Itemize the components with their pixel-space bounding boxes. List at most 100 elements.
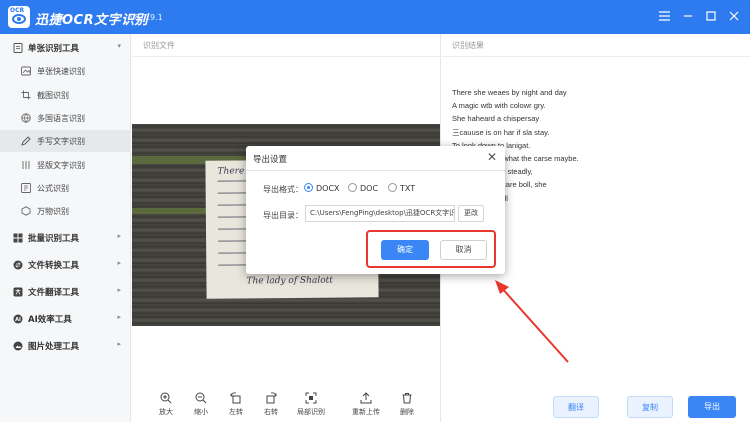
radio-icon (348, 183, 357, 192)
reupload-button[interactable]: 重新上传 (349, 392, 383, 417)
app-logo-icon: OCR (8, 6, 30, 28)
batch-icon (13, 233, 23, 243)
export-dir-field[interactable]: C:\Users\FengPing\desktop\迅捷OCR文字识别 (305, 205, 455, 222)
menu-icon[interactable] (656, 9, 672, 25)
close-icon[interactable] (726, 9, 742, 25)
change-dir-button[interactable]: 更改 (458, 205, 484, 222)
formula-icon (21, 183, 31, 193)
toolbar-label: 左转 (229, 408, 243, 416)
trash-icon (402, 393, 412, 404)
partial-icon (305, 392, 317, 404)
handwriting-stroke: The lady of Shalott (246, 275, 333, 287)
result-line: There she weaes by night and day (452, 88, 567, 97)
logo-text: OCR (10, 7, 25, 14)
dialog-title: 导出设置 (253, 155, 288, 165)
radio-selected-icon (304, 183, 313, 192)
zoom-in-button[interactable]: 放大 (149, 392, 183, 417)
zoom-in-icon (160, 392, 172, 404)
result-line: A magic wtb with colowr gry. (452, 101, 546, 111)
sidebar-group-label: 文件转换工具 (28, 261, 80, 271)
sidebar-item-label: 单张快速识别 (37, 67, 85, 76)
left-panel-header: 识别文件 (143, 41, 175, 50)
pen-icon (21, 136, 31, 146)
format-label: 导出格式： (263, 185, 303, 194)
rotate-right-icon (266, 392, 277, 404)
sidebar-group-single[interactable]: 单张识别工具 ▾ (0, 38, 131, 58)
toolbar-label: 缩小 (194, 408, 208, 416)
sidebar-item-label: 竖版文字识别 (37, 161, 85, 170)
format-radio-doc[interactable]: DOC (348, 183, 378, 193)
format-option-label: DOCX (316, 184, 340, 193)
title-bar: OCR 迅捷OCR文字识别 v8.7.9.1 (0, 0, 750, 34)
toolbar-label: 删除 (400, 408, 414, 416)
toolbar-label: 局部识别 (297, 408, 325, 416)
ai-icon: AI (13, 314, 23, 324)
dir-label: 导出目录： (263, 211, 303, 220)
format-option-label: TXT (400, 184, 416, 193)
export-button[interactable]: 导出 (688, 396, 736, 418)
zoom-out-icon (195, 392, 207, 404)
sidebar-group-label: 批量识别工具 (28, 234, 80, 244)
chevron-down-icon: ▾ (117, 42, 121, 50)
toolbar-label: 右转 (264, 408, 278, 416)
dialog-divider (246, 170, 505, 171)
right-panel-header: 识别结果 (452, 41, 484, 50)
chevron-right-icon: ▸ (117, 286, 121, 294)
sidebar-item-multilang[interactable]: 多国语言识别 (0, 107, 131, 129)
crop-icon (21, 90, 31, 100)
sidebar-item-label: 截图识别 (37, 91, 69, 100)
sidebar-group-picture[interactable]: 图片处理工具 ▸ (0, 336, 131, 356)
sidebar-item-quick[interactable]: 单张快速识别 (0, 60, 131, 82)
result-line: She haheard a chispersay (452, 114, 540, 124)
chevron-right-icon: ▸ (117, 340, 121, 348)
sidebar-item-objects[interactable]: 万物识别 (0, 200, 131, 222)
rotate-right-button[interactable]: 右转 (254, 392, 288, 417)
sidebar-item-label: 公式识别 (37, 184, 69, 193)
chevron-right-icon: ▸ (117, 259, 121, 267)
rotate-left-icon (230, 392, 241, 404)
sidebar-group-label: 单张识别工具 (28, 44, 80, 54)
chevron-right-icon: ▸ (117, 232, 121, 240)
image-icon (21, 66, 31, 76)
sidebar-item-label: 手写文字识别 (37, 137, 85, 146)
globe-icon (21, 113, 31, 123)
sidebar-group-translate[interactable]: 文件翻译工具 ▸ (0, 282, 131, 302)
rotate-left-button[interactable]: 左转 (219, 392, 253, 417)
sidebar-group-label: 图片处理工具 (28, 342, 80, 352)
zoom-out-button[interactable]: 缩小 (184, 392, 218, 417)
header-divider (132, 56, 750, 57)
partial-recognize-button[interactable]: 局部识别 (294, 392, 328, 417)
translate-button[interactable]: 翻译 (553, 396, 599, 418)
maximize-icon[interactable] (703, 9, 719, 25)
sidebar-group-ai[interactable]: AI AI效率工具 ▸ (0, 309, 131, 329)
objects-icon (21, 206, 31, 216)
radio-icon (388, 183, 397, 192)
format-radio-txt[interactable]: TXT (388, 183, 415, 193)
format-radio-docx[interactable]: DOCX (304, 183, 340, 193)
sidebar-group-convert[interactable]: 文件转换工具 ▸ (0, 255, 131, 275)
sidebar-group-label: AI效率工具 (28, 315, 72, 325)
sidebar-item-label: 万物识别 (37, 207, 69, 216)
translate-icon (13, 287, 23, 297)
result-line: 三cauuse is on har if sla stay. (452, 127, 550, 137)
upload-icon (360, 392, 372, 404)
toolbar-label: 放大 (159, 408, 173, 416)
app-version: v8.7.9.1 (130, 13, 163, 22)
ok-button[interactable]: 确定 (381, 240, 429, 260)
copy-button[interactable]: 复制 (627, 396, 673, 418)
toolbar-label: 重新上传 (352, 408, 380, 416)
close-icon[interactable]: ✕ (487, 150, 497, 164)
sidebar-item-screenshot[interactable]: 截图识别 (0, 84, 131, 106)
cancel-button[interactable]: 取消 (440, 240, 487, 260)
picture-icon (13, 341, 23, 351)
sidebar-group-batch[interactable]: 批量识别工具 ▸ (0, 228, 131, 248)
sidebar-item-vertical[interactable]: 竖版文字识别 (0, 154, 131, 176)
minimize-icon[interactable] (680, 9, 696, 25)
sidebar: 单张识别工具 ▾ 单张快速识别 截图识别 多国语言识别 手写文字识别 竖版文字识… (0, 34, 131, 422)
export-dialog: 导出设置 ✕ 导出格式： DOCX DOC TXT 导出目录： C:\Users… (246, 146, 505, 274)
sidebar-group-label: 文件翻译工具 (28, 288, 80, 298)
sidebar-item-handwriting[interactable]: 手写文字识别 (0, 130, 131, 152)
doc-icon (13, 43, 23, 53)
sidebar-item-formula[interactable]: 公式识别 (0, 177, 131, 199)
delete-button[interactable]: 删除 (390, 392, 424, 417)
